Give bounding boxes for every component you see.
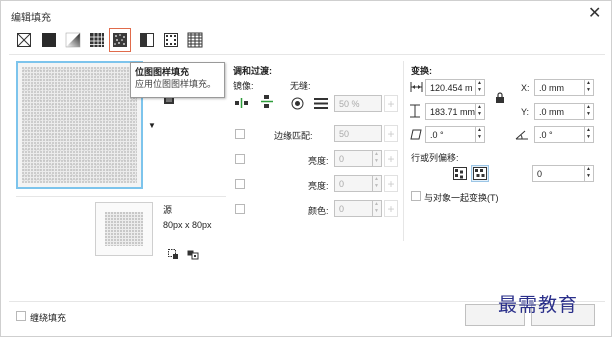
color-input[interactable]: 0 ▲ ▼: [334, 200, 382, 217]
transform-with-object-label: 与对象一起变换(T): [424, 193, 499, 203]
two-color-pattern-fill-icon[interactable]: [139, 32, 155, 48]
tooltip-description: 应用位图图样填充。: [135, 79, 217, 89]
postscript-fill-icon[interactable]: [187, 32, 203, 48]
bitmap-pattern-fill-tab[interactable]: [109, 28, 131, 52]
source-thumbnail: [95, 202, 153, 256]
row-col-offset-label: 行或列偏移:: [411, 153, 459, 163]
edge-match-input[interactable]: 50: [334, 125, 382, 142]
pattern-preview-image: [22, 67, 137, 183]
tooltip: 位图图样填充 应用位图图样填充。: [130, 62, 225, 98]
column-offset-icon: [473, 167, 487, 180]
texture-fill-icon[interactable]: [163, 32, 179, 48]
x-input[interactable]: .0 mm ▲ ▼: [534, 79, 594, 96]
color-slider-button[interactable]: +: [384, 200, 398, 217]
row-offset-icon[interactable]: [453, 167, 467, 180]
mirror-vertical-icon[interactable]: [261, 95, 273, 109]
mirror-horizontal-icon[interactable]: [235, 98, 249, 108]
source-label: 源: [163, 205, 173, 215]
seamless-linear-icon[interactable]: [314, 98, 328, 109]
seamless-label: 无缝:: [290, 81, 311, 91]
offset-input[interactable]: 0 ▲ ▼: [532, 165, 594, 182]
transform-with-object-checkbox[interactable]: [411, 191, 421, 201]
left-divider: [16, 196, 226, 197]
edge-match-slider-button[interactable]: +: [384, 125, 398, 142]
column-offset-button[interactable]: [471, 165, 489, 182]
height-input[interactable]: 183.71 mm ▲ ▼: [425, 103, 485, 120]
toolbar-divider: [9, 54, 605, 55]
mirror-label: 镜像:: [233, 81, 254, 91]
pattern-preview[interactable]: [16, 61, 143, 189]
color-checkbox[interactable]: [235, 204, 245, 214]
y-input[interactable]: .0 mm ▲ ▼: [534, 103, 594, 120]
no-fill-icon[interactable]: [16, 32, 32, 48]
edge-match-checkbox[interactable]: [235, 129, 245, 139]
height-icon: [410, 104, 420, 118]
transform-heading: 变换:: [411, 66, 432, 76]
close-button[interactable]: ✕: [588, 3, 601, 23]
vector-pattern-fill-icon[interactable]: [89, 32, 105, 48]
brightness-input[interactable]: 0 ▲ ▼: [334, 150, 382, 167]
fountain-fill-icon[interactable]: [65, 32, 81, 48]
seamless-slider-button[interactable]: +: [384, 95, 398, 112]
skew-icon: [410, 129, 422, 140]
luminance-label: 亮度:: [308, 181, 329, 191]
crop-bitmap-icon[interactable]: [167, 248, 179, 260]
source-thumbnail-image: [105, 212, 143, 246]
luminance-input[interactable]: 0 ▲ ▼: [334, 175, 382, 192]
watermark-text: 最需教育: [498, 294, 579, 316]
width-icon: [410, 82, 423, 92]
pattern-picker-dropdown-icon[interactable]: ▼: [148, 121, 156, 130]
x-label: X:: [521, 83, 530, 93]
bitmap-pattern-fill-icon: [113, 33, 127, 47]
skew-input[interactable]: .0 ° ▲ ▼: [425, 126, 485, 143]
brightness-checkbox[interactable]: [235, 154, 245, 164]
tooltip-title: 位图图样填充: [135, 67, 190, 77]
edit-fill-dialog: 编辑填充 ✕ ▼ 位图图样填充 应用位图图样填充。 源 80px x 80px …: [0, 0, 612, 337]
edit-bitmap-icon[interactable]: [187, 248, 199, 260]
rotate-icon: [515, 128, 529, 140]
brightness-slider-button[interactable]: +: [384, 150, 398, 167]
fill-type-toolbar: [1, 26, 612, 54]
brightness-label: 亮度:: [308, 156, 329, 166]
color-label: 颜色:: [308, 206, 329, 216]
source-size: 80px x 80px: [163, 220, 212, 230]
rotate-input[interactable]: .0 ° ▲ ▼: [534, 126, 594, 143]
section-divider: [403, 61, 404, 241]
lock-ratio-icon[interactable]: [495, 92, 505, 104]
uniform-fill-icon[interactable]: [41, 32, 57, 48]
y-label: Y:: [521, 107, 530, 117]
wrap-fill-label: 缠绕填充: [30, 313, 67, 323]
width-input[interactable]: 120.454 m ▲ ▼: [425, 79, 485, 96]
dialog-title: 编辑填充: [11, 13, 51, 24]
seamless-radial-icon[interactable]: [291, 97, 304, 110]
luminance-checkbox[interactable]: [235, 179, 245, 189]
edge-match-label: 边缘匹配:: [274, 131, 313, 141]
luminance-slider-button[interactable]: +: [384, 175, 398, 192]
seamless-input[interactable]: 50 %: [334, 95, 382, 112]
blend-heading: 调和过渡:: [233, 66, 272, 76]
wrap-fill-checkbox[interactable]: [16, 311, 26, 321]
